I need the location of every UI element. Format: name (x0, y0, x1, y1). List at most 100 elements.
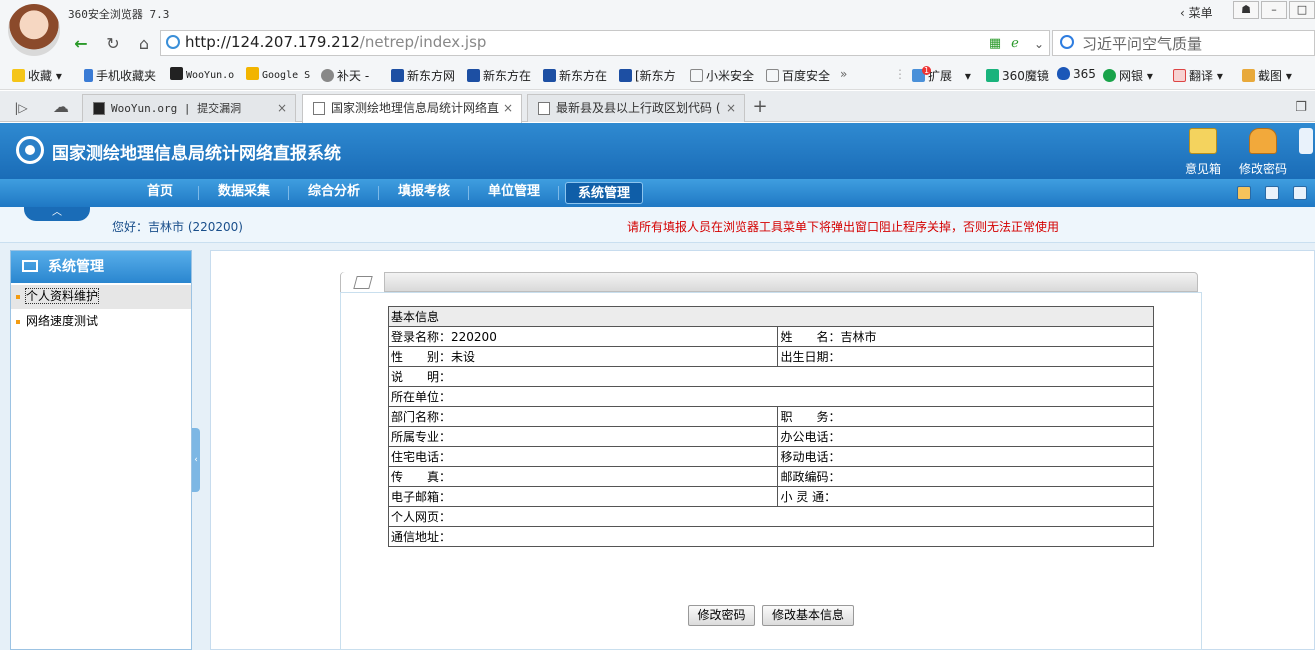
bookmark-item[interactable]: 新东方在 (467, 67, 531, 84)
paw-icon (391, 69, 404, 82)
bookmark-item[interactable]: 百度安全 (766, 67, 830, 84)
more-bookmarks-icon[interactable]: » (840, 67, 847, 81)
bookmark-item[interactable]: Google S (246, 67, 310, 81)
bookmark-item[interactable]: 手机收藏夹 (84, 67, 156, 84)
address-url[interactable]: http://124.207.179.212/netrep/index.jsp (185, 33, 486, 51)
nav-unit-management[interactable]: 单位管理 (475, 179, 553, 207)
sidebar-toggle-icon[interactable]: |▷ (10, 98, 32, 118)
app-title: 国家测绘地理信息局统计网络直报系统 (52, 144, 341, 164)
nav-data-collection[interactable]: 数据采集 (205, 179, 283, 207)
bullet-icon (16, 295, 20, 299)
profile-table: 基本信息 登录名称：220200 姓 名：吉林市 性 别：未设 出生日期： 说 明：… (387, 306, 1154, 547)
bookmark-item[interactable]: 小米安全 (690, 67, 754, 84)
maximize-icon[interactable]: □ (1289, 1, 1315, 19)
nav-separator (288, 186, 289, 200)
nav-separator (558, 186, 559, 200)
translate-icon (1173, 69, 1186, 82)
separator-icon: ⋮ (894, 67, 906, 81)
change-password-button[interactable]: 修改密码 (688, 605, 755, 626)
star-icon (12, 69, 25, 82)
cloud-icon[interactable]: ☁ (50, 97, 72, 117)
more-tool[interactable] (1297, 128, 1315, 160)
envelope-icon (1189, 128, 1217, 154)
close-icon[interactable]: × (726, 95, 736, 121)
translate-button[interactable]: 翻译 ▾ (1173, 67, 1223, 84)
bookmark-item[interactable]: 补天 - (321, 67, 369, 84)
monitor-icon (22, 260, 38, 272)
wooyun-icon (170, 67, 183, 80)
ebank-button[interactable]: 网银 ▾ (1103, 67, 1153, 84)
nav-system-management[interactable]: 系统管理 (565, 182, 643, 204)
table-row: 部门名称：职 务： (387, 406, 1154, 427)
phone-icon (84, 69, 93, 82)
scissors-icon (1242, 69, 1255, 82)
user-avatar[interactable] (8, 4, 60, 56)
bookmark-favorites[interactable]: 收藏 ▾ (12, 67, 62, 84)
page-icon (690, 69, 703, 82)
search-query[interactable]: 习近平问空气质量 (1082, 33, 1202, 54)
browser-menu-button[interactable]: ‹ 菜单 (1180, 4, 1213, 21)
nav-assessment[interactable]: 填报考核 (385, 179, 463, 207)
page-icon (538, 102, 550, 115)
shield-icon (1057, 67, 1070, 80)
paw-icon (467, 69, 480, 82)
bookmark-item[interactable]: [新东方 (619, 67, 676, 84)
table-row: 说 明： (388, 366, 1154, 387)
search-icon (1060, 35, 1074, 49)
butian-icon (321, 69, 334, 82)
change-info-button[interactable]: 修改基本信息 (762, 605, 854, 626)
table-row: 电子邮箱：小 灵 通： (387, 486, 1154, 507)
skin-icon[interactable]: ☗ (1233, 1, 1259, 19)
close-icon[interactable]: × (503, 95, 513, 121)
table-row: 传 真： 邮政编码： (387, 466, 1154, 487)
google-icon (246, 67, 259, 80)
extensions-menu[interactable]: 扩展1 ▾ (912, 66, 971, 84)
tab-admin-codes[interactable]: 最新县及县以上行政区划代码 (× (527, 94, 745, 122)
tool-icon (1299, 128, 1313, 154)
refresh-icon[interactable]: ↻ (102, 34, 124, 54)
back-icon[interactable]: ← (70, 34, 92, 54)
page-icon (766, 69, 779, 82)
nav-home[interactable]: 首页 (130, 179, 190, 207)
wooyun-icon (93, 102, 105, 115)
ebank-icon (1103, 69, 1116, 82)
bullet-icon (16, 320, 20, 324)
table-row: 性 别：未设 出生日期： (387, 346, 1154, 367)
bookmark-item[interactable]: 新东方网 (391, 67, 455, 84)
nav-analysis[interactable]: 综合分析 (295, 179, 373, 207)
new-tab-button[interactable]: + (749, 97, 771, 117)
table-row: 通信地址： (388, 526, 1154, 547)
365-button[interactable]: 365 (1057, 67, 1096, 81)
nav-separator (468, 186, 469, 200)
sidebar-title: 系统管理 (11, 251, 191, 283)
window-icon[interactable] (1293, 186, 1307, 200)
browser-titlebar (0, 0, 1315, 28)
tab-netrep[interactable]: 国家测绘地理信息局统计网络直 × (302, 94, 522, 123)
ie-mode-icon[interactable]: ℯ (1004, 34, 1026, 54)
bookmark-item[interactable]: WooYun.o (170, 67, 234, 81)
close-icon[interactable]: × (277, 95, 287, 121)
change-password-tool[interactable]: 修改密码 (1233, 128, 1293, 177)
home-icon[interactable]: ⌂ (133, 34, 155, 54)
tab-wooyun[interactable]: WooYun.org | 提交漏洞 × (82, 94, 296, 122)
nav-separator (198, 186, 199, 200)
sidebar-collapse-handle[interactable]: ‹ (192, 428, 200, 492)
paw-icon (543, 69, 556, 82)
address-dropdown-icon[interactable]: ⌄ (1028, 34, 1050, 54)
section-title: 基本信息 (388, 306, 1154, 327)
magic-mirror-button[interactable]: 360魔镜 (986, 67, 1049, 84)
users-icon[interactable] (1237, 186, 1251, 200)
bookmark-item[interactable]: 新东方在 (543, 67, 607, 84)
edit-icon (341, 272, 385, 292)
tab-list-icon[interactable]: ❐ (1290, 98, 1312, 118)
qr-code-icon[interactable]: ▦ (984, 34, 1006, 54)
screenshot-button[interactable]: 截图 ▾ (1242, 67, 1292, 84)
suggestion-box-button[interactable]: 意见箱 (1173, 128, 1233, 177)
chevron-left-icon: ‹ (194, 455, 198, 465)
sidebar-item-profile[interactable]: 个人资料维护 (11, 285, 191, 309)
collapse-header-button[interactable]: ︿ (24, 207, 90, 221)
minimize-icon[interactable]: – (1261, 1, 1287, 19)
card-icon[interactable] (1265, 186, 1279, 200)
greeting: 您好：吉林市 (220200) (112, 220, 243, 234)
sidebar-item-speed-test[interactable]: 网络速度测试 (11, 310, 191, 334)
